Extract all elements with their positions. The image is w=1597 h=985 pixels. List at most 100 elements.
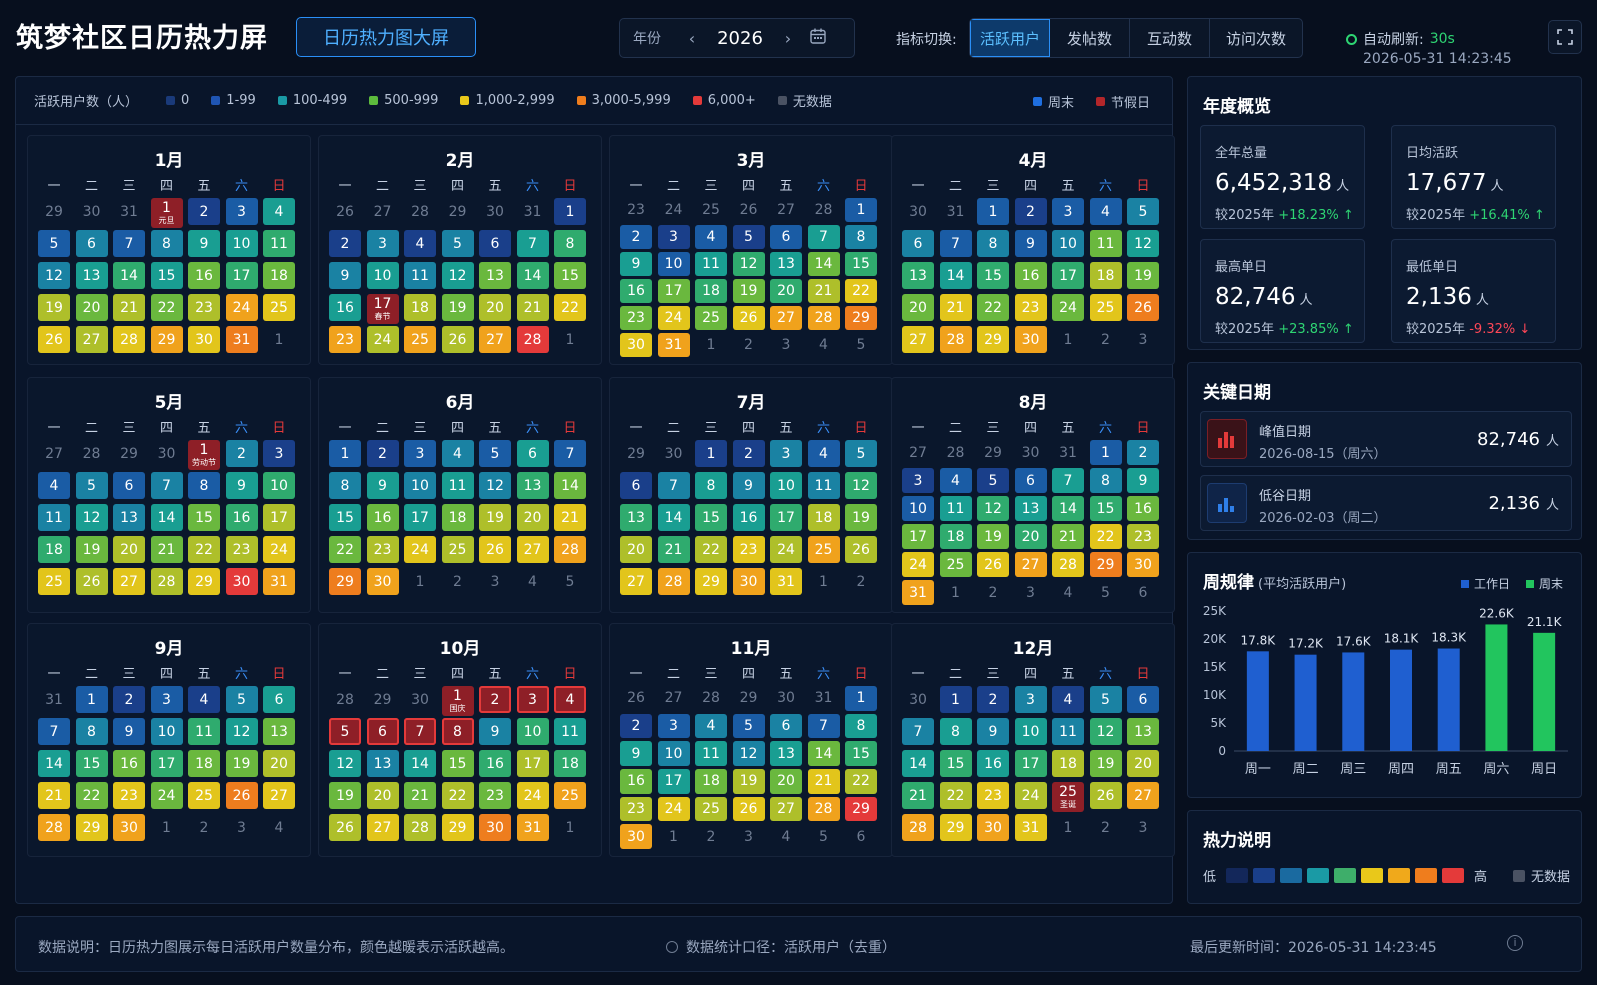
calendar-day[interactable]: 4 (695, 225, 727, 249)
calendar-day[interactable]: 19 (845, 504, 877, 531)
calendar-day[interactable]: 19 (732, 769, 765, 794)
calendar-day[interactable]: 3 (1052, 198, 1084, 225)
calendar-day[interactable]: 21 (902, 782, 934, 809)
calendar-day[interactable]: 14 (657, 504, 690, 531)
calendar-day[interactable]: 24 (150, 782, 183, 809)
calendar-day[interactable]: 5 (225, 686, 258, 713)
calendar-day[interactable]: 23 (620, 796, 652, 822)
calendar-day[interactable]: 16 (188, 262, 220, 289)
calendar-day[interactable]: 27 (902, 326, 934, 353)
calendar-day[interactable]: 5 (75, 472, 108, 499)
calendar-day[interactable]: 22 (845, 279, 877, 303)
calendar-day[interactable]: 23 (1014, 294, 1047, 321)
calendar-day[interactable]: 21 (150, 536, 183, 563)
calendar-day[interactable]: 16 (479, 750, 511, 777)
calendar-day[interactable]: 1 劳动节 (188, 440, 220, 470)
calendar-day[interactable]: 26 (479, 536, 511, 563)
calendar-day[interactable]: 7 (807, 713, 840, 739)
calendar-day[interactable]: 29 (188, 568, 220, 595)
calendar-day[interactable]: 17 (516, 750, 549, 777)
calendar-day[interactable]: 4 (1089, 198, 1122, 225)
calendar-day[interactable]: 13 (516, 472, 549, 499)
calendar-day[interactable]: 28 (807, 306, 840, 330)
calendar-day[interactable]: 24 (902, 552, 934, 577)
calendar-day[interactable]: 13 (902, 262, 934, 289)
calendar-day[interactable]: 13 (75, 262, 108, 289)
calendar-day[interactable]: 14 (807, 741, 840, 766)
calendar-day[interactable]: 2 (1127, 440, 1159, 465)
calendar-day[interactable]: 25 (404, 326, 436, 353)
calendar-day[interactable]: 1 (554, 198, 586, 225)
calendar-day[interactable]: 14 (150, 504, 183, 531)
calendar-day[interactable]: 15 (75, 750, 108, 777)
calendar-day[interactable]: 8 (939, 718, 972, 745)
calendar-day[interactable]: 10 (150, 718, 183, 745)
calendar-day[interactable]: 31 (225, 326, 258, 353)
calendar-day[interactable]: 23 (113, 782, 145, 809)
calendar-day[interactable]: 15 (441, 750, 474, 777)
calendar-day[interactable]: 2 (620, 713, 652, 739)
calendar-day[interactable]: 6 (479, 230, 511, 257)
calendar-day[interactable]: 17 (1052, 262, 1084, 289)
calendar-day[interactable]: 19 (225, 750, 258, 777)
calendar-day[interactable]: 5 (329, 718, 361, 745)
calendar-day[interactable]: 13 (263, 718, 295, 745)
calendar-day[interactable]: 19 (75, 536, 108, 563)
calendar-day[interactable]: 29 (695, 568, 727, 595)
calendar-day[interactable]: 12 (845, 472, 877, 499)
calendar-day[interactable]: 4 (554, 686, 586, 713)
calendar-day[interactable]: 29 (75, 814, 108, 841)
calendar-day[interactable]: 24 (1014, 782, 1047, 809)
calendar-day[interactable]: 28 (1052, 552, 1084, 577)
calendar-day[interactable]: 17 (150, 750, 183, 777)
calendar-day[interactable]: 12 (441, 262, 474, 289)
calendar-day[interactable]: 24 (770, 536, 802, 563)
calendar-day[interactable]: 26 (732, 306, 765, 330)
calendar-day[interactable]: 18 (404, 294, 436, 321)
calendar-day[interactable]: 8 (845, 225, 877, 249)
calendar-day[interactable]: 2 (188, 198, 220, 225)
calendar-day[interactable]: 1 国庆 (441, 686, 474, 716)
calendar-day[interactable]: 17 (404, 504, 436, 531)
year-picker[interactable]: 年份 ‹ 2026 › (619, 18, 855, 58)
calendar-day[interactable]: 10 (770, 472, 802, 499)
calendar-day[interactable]: 27 (620, 568, 652, 595)
calendar-day[interactable]: 7 (657, 472, 690, 499)
prev-year-button[interactable]: ‹ (677, 29, 707, 48)
calendar-day[interactable]: 8 (845, 713, 877, 739)
calendar-day[interactable]: 8 (188, 472, 220, 499)
calendar-day[interactable]: 5 (732, 225, 765, 249)
calendar-day[interactable]: 24 (657, 306, 690, 330)
calendar-day[interactable]: 16 (977, 750, 1009, 777)
calendar-day[interactable]: 10 (1052, 230, 1084, 257)
calendar-day[interactable]: 11 (263, 230, 295, 257)
calendar-day[interactable]: 21 (554, 504, 586, 531)
calendar-day[interactable]: 25 (695, 796, 727, 822)
calendar-day[interactable]: 14 (404, 750, 436, 777)
calendar-day[interactable]: 28 (404, 814, 436, 841)
calendar-day[interactable]: 29 (845, 796, 877, 822)
calendar-day[interactable]: 26 (845, 536, 877, 563)
calendar-day[interactable]: 28 (113, 326, 145, 353)
calendar-day[interactable]: 31 (263, 568, 295, 595)
calendar-day[interactable]: 6 (75, 230, 108, 257)
calendar-day[interactable]: 1 (1089, 440, 1122, 465)
calendar-day[interactable]: 13 (770, 252, 802, 276)
calendar-day[interactable]: 22 (329, 536, 361, 563)
calendar-day[interactable]: 23 (1127, 524, 1159, 549)
calendar-day[interactable]: 7 (554, 440, 586, 467)
calendar-day[interactable]: 15 (554, 262, 586, 289)
calendar-day[interactable]: 27 (770, 796, 802, 822)
calendar-day[interactable]: 25 (939, 552, 972, 577)
calendar-day[interactable]: 20 (75, 294, 108, 321)
calendar-day[interactable]: 16 (113, 750, 145, 777)
calendar-day[interactable]: 9 (188, 230, 220, 257)
calendar-day[interactable]: 4 (1052, 686, 1084, 713)
calendar-day[interactable]: 4 (404, 230, 436, 257)
calendar-day[interactable]: 2 (225, 440, 258, 467)
calendar-day[interactable]: 11 (1052, 718, 1084, 745)
calendar-day[interactable]: 20 (516, 504, 549, 531)
peak-date-item[interactable]: 峰值日期 2026-08-15（周六） 82,746 人 (1200, 411, 1572, 467)
calendar-day[interactable]: 1 元旦 (150, 198, 183, 228)
calendar-day[interactable]: 27 (516, 536, 549, 563)
